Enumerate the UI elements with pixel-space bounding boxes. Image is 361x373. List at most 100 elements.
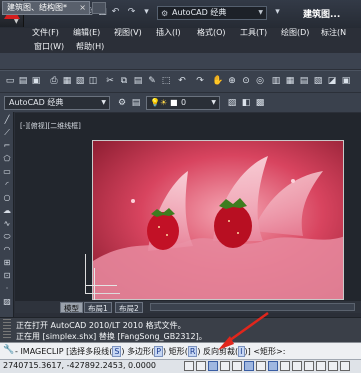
wrench-icon[interactable]: 🔧: [3, 345, 14, 356]
workspace-combo-value: AutoCAD 经典: [9, 98, 64, 107]
crosshair-cursor-h: [86, 285, 117, 286]
copy-icon[interactable]: ⧉: [118, 75, 130, 87]
save-icon[interactable]: ▣: [30, 75, 42, 87]
3d-print-icon[interactable]: ◫: [87, 75, 99, 87]
option-rectangle[interactable]: 矩形: [169, 347, 185, 356]
zoom-window-icon[interactable]: ⊙: [240, 75, 252, 87]
snap-mode-icon[interactable]: [196, 361, 206, 371]
command-prompt[interactable]: - IMAGECLIP [选择多段线(S) 多边形(P) 矩形(R) 反向剪裁(…: [15, 346, 285, 357]
menu-edit[interactable]: 编辑(E): [73, 27, 100, 38]
chevron-down-icon: ▼: [258, 9, 263, 16]
quick-access-dropdown-icon[interactable]: ▾: [141, 7, 152, 18]
properties-icon[interactable]: ▥: [270, 75, 282, 87]
undo-icon[interactable]: ↶: [176, 75, 188, 87]
quick-properties-icon[interactable]: [328, 361, 338, 371]
layer-combo[interactable]: 💡 ☀ ■ 0 ▼: [146, 96, 220, 110]
chevron-down-icon: ▼: [14, 18, 19, 25]
selection-cycling-icon[interactable]: [340, 361, 350, 371]
cut-icon[interactable]: ✂: [104, 75, 116, 87]
transparency-icon[interactable]: [316, 361, 326, 371]
coordinates-readout[interactable]: 2740715.3617, -427892.2453, 0.0000: [3, 361, 156, 370]
sheet-set-icon[interactable]: ▧: [312, 75, 324, 87]
construction-line-icon[interactable]: ⟋: [1, 127, 13, 138]
menu-window[interactable]: 窗口(W): [34, 41, 64, 52]
tab-layout1[interactable]: 布局1: [84, 302, 112, 313]
object-snap-icon[interactable]: [244, 361, 254, 371]
line-icon[interactable]: ╱: [1, 114, 13, 125]
markup-icon[interactable]: ◪: [326, 75, 338, 87]
design-center-icon[interactable]: ▦: [284, 75, 296, 87]
publish-icon[interactable]: ▧: [74, 75, 86, 87]
option-key-r[interactable]: R: [187, 346, 198, 357]
menu-dimension[interactable]: 标注(N: [321, 27, 346, 38]
lineweight-icon[interactable]: [304, 361, 314, 371]
polyline-icon[interactable]: ⌐: [1, 140, 13, 151]
dropdown-icon[interactable]: ▾: [272, 7, 283, 18]
infer-constraints-icon[interactable]: [184, 361, 194, 371]
redo-icon[interactable]: ↷: [126, 7, 137, 18]
make-current-icon[interactable]: ▨: [226, 97, 238, 109]
print-preview-icon[interactable]: ▦: [61, 75, 73, 87]
new-tab-button[interactable]: [92, 2, 106, 14]
dynamic-ucs-icon[interactable]: [280, 361, 290, 371]
menu-format[interactable]: 格式(O): [197, 27, 226, 38]
option-select-polyline[interactable]: 选择多段线: [69, 347, 109, 356]
object-snap-tracking-icon[interactable]: [268, 361, 278, 371]
open-icon[interactable]: ▤: [17, 75, 29, 87]
revision-cloud-icon[interactable]: ☁: [1, 205, 13, 216]
make-block-icon[interactable]: ⊡: [1, 270, 13, 281]
zoom-previous-icon[interactable]: ◎: [254, 75, 266, 87]
undo-icon[interactable]: ↶: [110, 7, 121, 18]
polygon-icon[interactable]: ⬠: [1, 153, 13, 164]
layer-previous-icon[interactable]: ◧: [240, 97, 252, 109]
spline-icon[interactable]: ∿: [1, 218, 13, 229]
layer-properties-icon[interactable]: ▤: [130, 97, 142, 109]
grid-display-icon[interactable]: [208, 361, 218, 371]
calculator-icon[interactable]: ▣: [340, 75, 352, 87]
circle-icon[interactable]: ○: [1, 192, 13, 203]
pan-icon[interactable]: ✋: [212, 75, 224, 87]
rectangle-icon[interactable]: ▭: [1, 166, 13, 177]
horizontal-scrollbar[interactable]: [150, 303, 355, 311]
close-icon[interactable]: ×: [79, 2, 86, 14]
command-name: IMAGECLIP: [20, 347, 64, 356]
hatch-icon[interactable]: ▨: [1, 296, 13, 307]
ellipse-arc-icon[interactable]: ◠: [1, 244, 13, 255]
option-key-p[interactable]: P: [154, 346, 164, 357]
option-polygon[interactable]: 多边形: [127, 347, 151, 356]
insert-block-icon[interactable]: ⊞: [1, 257, 13, 268]
menu-tools[interactable]: 工具(T): [240, 27, 267, 38]
match-properties-icon[interactable]: ✎: [146, 75, 158, 87]
point-icon[interactable]: ·: [1, 283, 13, 294]
workspace-switcher[interactable]: ⚙ AutoCAD 经典 ▼: [157, 6, 267, 20]
new-icon[interactable]: ▭: [4, 75, 16, 87]
3d-object-snap-icon[interactable]: [256, 361, 266, 371]
arc-icon[interactable]: ◜: [1, 179, 13, 190]
viewport-controls[interactable]: [-][俯视][二维线框]: [20, 121, 81, 131]
menu-file[interactable]: 文件(F): [32, 27, 59, 38]
attached-raster-image[interactable]: [92, 140, 344, 300]
dynamic-input-icon[interactable]: [292, 361, 302, 371]
ortho-mode-icon[interactable]: [220, 361, 230, 371]
menu-help[interactable]: 帮助(H): [76, 41, 104, 52]
block-editor-icon[interactable]: ⬚: [160, 75, 172, 87]
menu-view[interactable]: 视图(V): [114, 27, 142, 38]
command-window-grip[interactable]: [3, 319, 11, 339]
ellipse-icon[interactable]: ⬭: [1, 231, 13, 242]
print-icon[interactable]: ⎙: [48, 75, 60, 87]
layer-states-icon[interactable]: ▩: [254, 97, 266, 109]
paste-icon[interactable]: ▤: [132, 75, 144, 87]
menu-draw[interactable]: 绘图(D): [281, 27, 309, 38]
menu-insert[interactable]: 插入(I): [156, 27, 181, 38]
polar-tracking-icon[interactable]: [232, 361, 242, 371]
tab-model[interactable]: 模型: [60, 302, 83, 313]
redo-icon[interactable]: ↷: [194, 75, 206, 87]
option-invert-clip[interactable]: 反向剪裁: [203, 347, 235, 356]
gear-icon[interactable]: ⚙: [116, 97, 128, 109]
zoom-realtime-icon[interactable]: ⊕: [226, 75, 238, 87]
gear-icon: ⚙: [161, 9, 169, 18]
tab-layout2[interactable]: 布局2: [115, 302, 143, 313]
workspace-combo[interactable]: AutoCAD 经典 ▼: [4, 96, 110, 110]
document-tab[interactable]: 建筑图、结构图* ×: [2, 1, 90, 15]
tool-palettes-icon[interactable]: ▤: [298, 75, 310, 87]
